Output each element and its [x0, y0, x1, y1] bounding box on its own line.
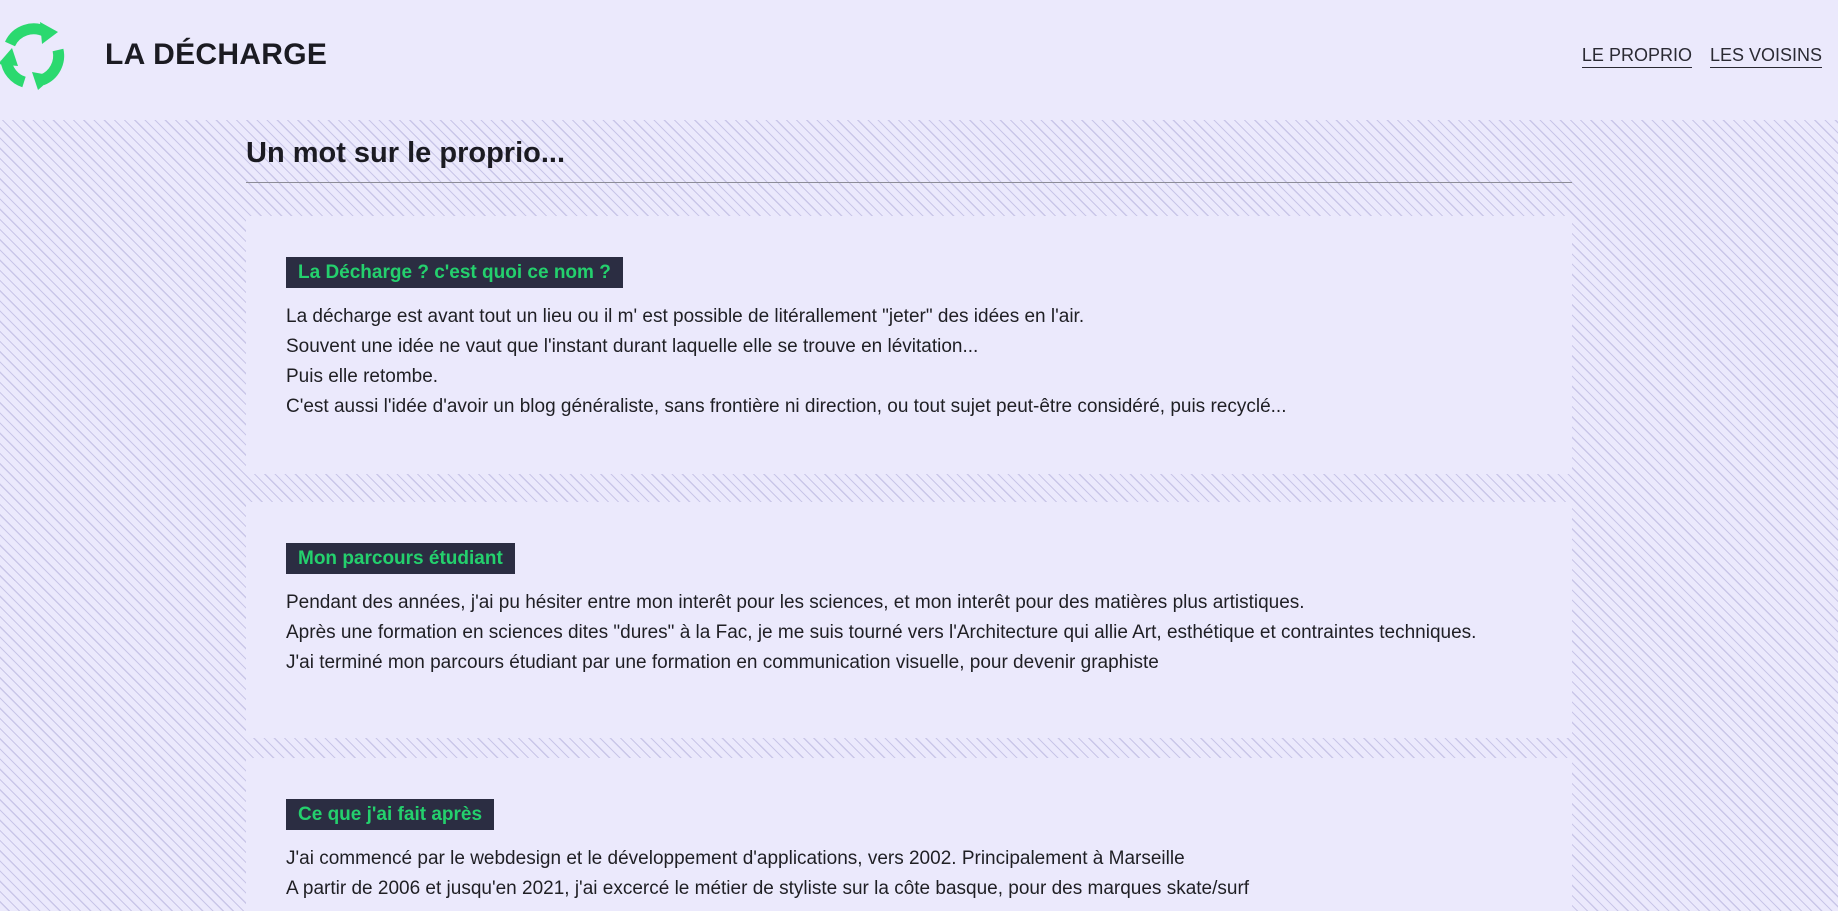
main-nav: LE PROPRIO LES VOISINS: [1581, 44, 1822, 68]
paragraph-line: La décharge est avant tout un lieu ou il…: [286, 306, 1085, 327]
section-heading: Mon parcours étudiant: [286, 543, 515, 574]
paragraph-line: Puis elle retombe.: [286, 366, 439, 387]
site-header: LA DÉCHARGE LE PROPRIO LES VOISINS: [0, 0, 1838, 120]
paragraph-line: J'ai terminé mon parcours étudiant par u…: [286, 652, 1159, 673]
page-title: Un mot sur le proprio...: [246, 137, 566, 169]
section-body: Pendant des années, j'ai pu hésiter entr…: [286, 588, 1572, 678]
paragraph-line: C'est aussi l'idée d'avoir un blog génér…: [286, 396, 1287, 417]
section-body: J'ai commencé par le webdesign et le dév…: [286, 844, 1572, 904]
section-heading: La Décharge ? c'est quoi ce nom ?: [286, 257, 623, 288]
paragraph-line: Souvent une idée ne vaut que l'instant d…: [286, 336, 979, 357]
section-card-career: Ce que j'ai fait après J'ai commencé par…: [246, 758, 1572, 911]
recycle-arrows-icon[interactable]: [0, 20, 68, 92]
paragraph-line: Pendant des années, j'ai pu hésiter entr…: [286, 592, 1305, 613]
paragraph-line: A partir de 2006 et jusqu'en 2021, j'ai …: [286, 878, 1250, 899]
paragraph-line: Après une formation en sciences dites "d…: [286, 622, 1477, 643]
nav-link-le-proprio[interactable]: LE PROPRIO: [1581, 44, 1692, 68]
paragraph-line: J'ai commencé par le webdesign et le dév…: [286, 848, 1185, 869]
title-divider: [246, 182, 1572, 183]
section-body: La décharge est avant tout un lieu ou il…: [286, 302, 1572, 422]
section-card-studies: Mon parcours étudiant Pendant des années…: [246, 502, 1572, 738]
main-content: Un mot sur le proprio... La Décharge ? c…: [246, 120, 1572, 911]
section-heading: Ce que j'ai fait après: [286, 799, 495, 830]
site-title[interactable]: LA DÉCHARGE: [105, 37, 327, 73]
section-card-name: La Décharge ? c'est quoi ce nom ? La déc…: [246, 216, 1572, 474]
nav-link-les-voisins[interactable]: LES VOISINS: [1709, 44, 1822, 68]
